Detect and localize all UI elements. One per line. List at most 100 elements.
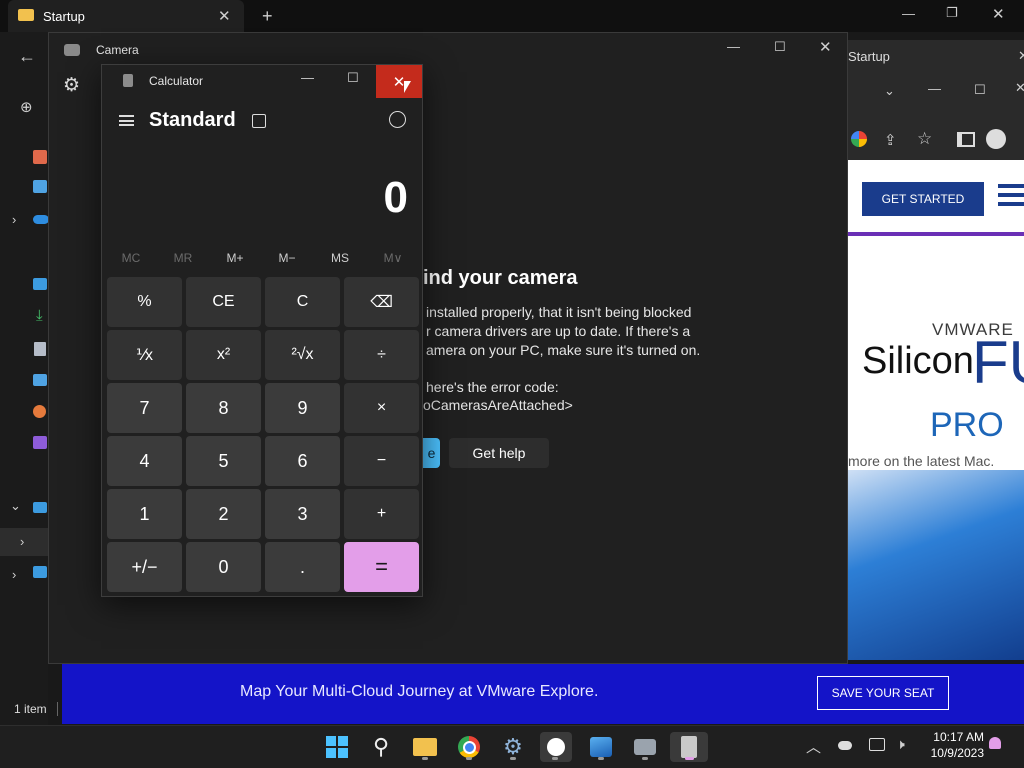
documents-icon[interactable] [34,342,46,356]
camera-settings-gear-icon[interactable]: ⚙ [63,74,80,97]
digit-2-button[interactable]: 2 [186,489,261,539]
decimal-button[interactable]: . [265,542,340,592]
camera-icon[interactable] [630,732,660,762]
search-icon[interactable]: ⚲ [366,732,396,762]
back-arrow-icon[interactable]: ← [18,46,36,67]
bookmark-star-icon[interactable]: ☆ [917,129,932,149]
digit-6-button[interactable]: 6 [265,436,340,486]
fusion-heading: FU [972,329,1024,396]
get-help-button[interactable]: Get help [449,438,549,468]
home-icon[interactable] [33,150,47,164]
browser-tab-close-icon[interactable]: ✕ [1018,48,1024,64]
browser-tab-menu-chevron-icon[interactable]: ⌄ [884,83,895,99]
gallery-icon[interactable] [33,180,47,193]
memory-store-button[interactable]: MS [320,251,360,265]
subtract-button[interactable]: − [344,436,419,486]
photos-icon[interactable] [586,732,616,762]
close-tab-icon[interactable]: ✕ [218,7,231,25]
chrome-icon[interactable] [454,732,484,762]
digit-1-button[interactable]: 1 [107,489,182,539]
square-button[interactable]: x² [186,330,261,380]
equals-button[interactable]: = [344,542,419,592]
camera-minimize-icon[interactable]: — [727,39,740,54]
digit-8-button[interactable]: 8 [186,383,261,433]
pro-heading: PRO [930,406,1004,444]
browser-close-icon[interactable]: ✕ [1015,80,1024,96]
new-tab-icon[interactable]: + [262,6,273,27]
cloud-status-icon[interactable] [838,741,852,750]
videos-icon[interactable] [33,436,47,449]
backspace-button[interactable]: ⌫ [344,277,419,327]
reciprocal-button[interactable]: ⅟x [107,330,182,380]
calculator-minimize-icon[interactable]: — [301,70,314,85]
navigation-menu-icon[interactable] [119,115,134,126]
side-panel-icon[interactable] [957,132,975,147]
settings-icon[interactable]: ⚙ [498,732,528,762]
percent-button[interactable]: % [107,277,182,327]
square-root-button[interactable]: ²√x [265,330,340,380]
desktop-icon[interactable] [33,278,47,290]
status-bar-divider [57,702,58,716]
calculator-maximize-icon[interactable]: ☐ [347,70,359,86]
hamburger-menu-icon[interactable] [998,184,1024,206]
clear-button[interactable]: C [265,277,340,327]
pictures-icon[interactable] [33,374,47,386]
history-icon[interactable] [389,111,406,128]
memory-list-button[interactable]: M∨ [373,251,413,265]
music-icon[interactable] [33,405,46,418]
memory-add-button[interactable]: M+ [215,251,255,265]
negate-button[interactable]: +/− [107,542,182,592]
digit-4-button[interactable]: 4 [107,436,182,486]
app-icon[interactable] [540,732,572,762]
camera-primary-button[interactable]: e [423,438,440,468]
add-button[interactable]: + [344,489,419,539]
notification-bell-icon[interactable] [989,737,1001,749]
expand-chevron-icon[interactable]: › [12,567,16,582]
show-hidden-icons-chevron-icon[interactable]: ︿ [806,736,821,757]
digit-5-button[interactable]: 5 [186,436,261,486]
calculator-close-button[interactable]: ✕ [376,65,422,98]
memory-subtract-button[interactable]: M− [267,251,307,265]
file-explorer-icon[interactable] [410,732,440,762]
digit-7-button[interactable]: 7 [107,383,182,433]
clock-time[interactable]: 10:17 AM [926,730,984,744]
new-item-icon[interactable]: ⊕ [20,98,33,116]
network-icon[interactable] [33,566,47,578]
memory-clear-button[interactable]: MC [111,251,151,265]
profile-avatar-icon[interactable] [986,129,1006,149]
browser-minimize-icon[interactable]: — [928,81,941,96]
calculator-icon[interactable] [670,732,708,762]
multiply-button[interactable]: × [344,383,419,433]
start-icon[interactable] [322,732,352,762]
camera-maximize-icon[interactable]: ☐ [774,39,786,55]
save-your-seat-button[interactable]: SAVE YOUR SEAT [817,676,949,710]
expand-chevron-icon[interactable]: › [20,534,24,549]
google-icon[interactable] [851,131,867,147]
error-heading: ind your camera [423,267,578,289]
collapse-chevron-icon[interactable]: ⌄ [10,498,21,514]
clear-entry-button[interactable]: CE [186,277,261,327]
network-status-icon[interactable] [869,738,885,751]
clock-date[interactable]: 10/9/2023 [922,746,984,760]
digit-3-button[interactable]: 3 [265,489,340,539]
digit-0-button[interactable]: 0 [186,542,261,592]
keep-on-top-icon[interactable] [252,114,266,128]
explorer-restore-icon[interactable]: ❐ [946,5,958,21]
divide-button[interactable]: ÷ [344,330,419,380]
onedrive-icon[interactable] [33,215,49,224]
explorer-tab[interactable]: Startup ✕ [8,0,244,32]
this-pc-icon[interactable] [33,502,47,513]
explorer-close-icon[interactable]: ✕ [992,5,1005,23]
volume-muted-icon[interactable]: 🕨 [896,736,905,753]
error-line-1: installed properly, that it isn't being … [426,304,692,320]
downloads-icon[interactable]: ⤓ [36,307,43,324]
share-icon[interactable]: ⇪ [884,131,897,149]
explorer-minimize-icon[interactable]: — [902,6,915,21]
get-started-button[interactable]: GET STARTED [862,182,984,216]
digit-9-button[interactable]: 9 [265,383,340,433]
memory-recall-button[interactable]: MR [163,251,203,265]
error-code-value: oCamerasAreAttached> [423,397,573,413]
browser-restore-icon[interactable]: ☐ [974,82,986,98]
expand-chevron-icon[interactable]: › [12,212,16,227]
camera-close-icon[interactable]: ✕ [819,38,832,56]
